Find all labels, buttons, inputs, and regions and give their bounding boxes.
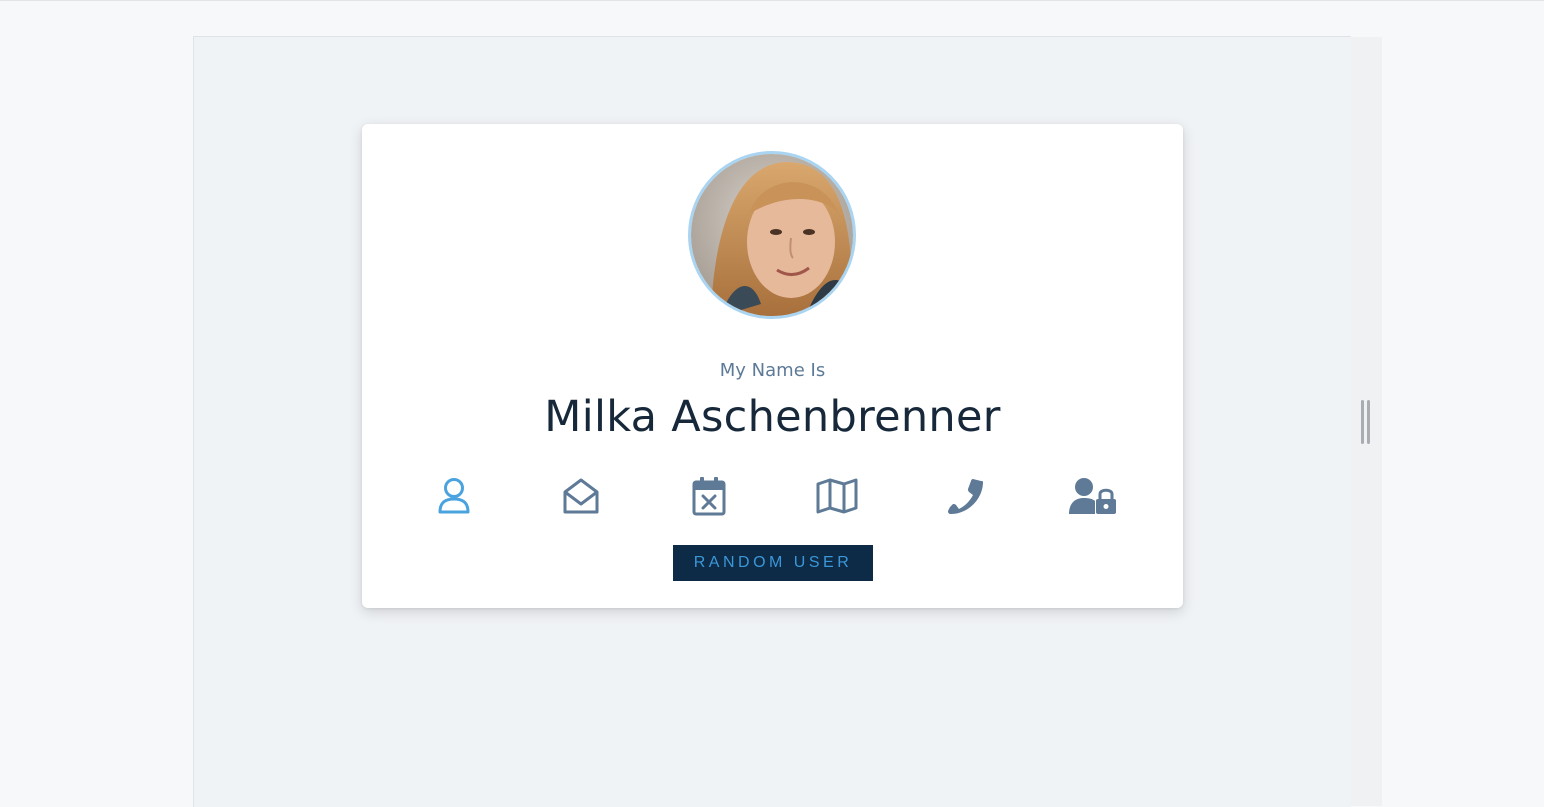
top-divider (0, 0, 1544, 1)
address-tab[interactable] (813, 474, 861, 518)
random-user-button[interactable]: RANDOM USER (673, 545, 873, 581)
password-tab[interactable] (1069, 474, 1117, 518)
preview-pane: My Name Is Milka Aschenbrenner RANDOM US… (193, 36, 1351, 807)
calendar-x-icon (692, 477, 726, 516)
user-lock-icon (1069, 478, 1116, 514)
birthday-tab[interactable] (685, 474, 733, 518)
user-icon (438, 478, 470, 514)
phone-icon (948, 479, 983, 514)
email-tab[interactable] (557, 474, 605, 518)
map-icon (816, 478, 858, 514)
name-caption: My Name Is (719, 360, 826, 381)
avatar (688, 151, 856, 319)
phone-tab[interactable] (941, 474, 989, 518)
detail-icon-bar (419, 474, 1131, 518)
avatar-photo (691, 154, 853, 316)
resize-handle[interactable] (1361, 400, 1370, 444)
user-card: My Name Is Milka Aschenbrenner RANDOM US… (362, 124, 1183, 608)
envelope-open-icon (563, 478, 599, 514)
user-name: Milka Aschenbrenner (544, 392, 1001, 442)
user-tab[interactable] (430, 474, 478, 518)
